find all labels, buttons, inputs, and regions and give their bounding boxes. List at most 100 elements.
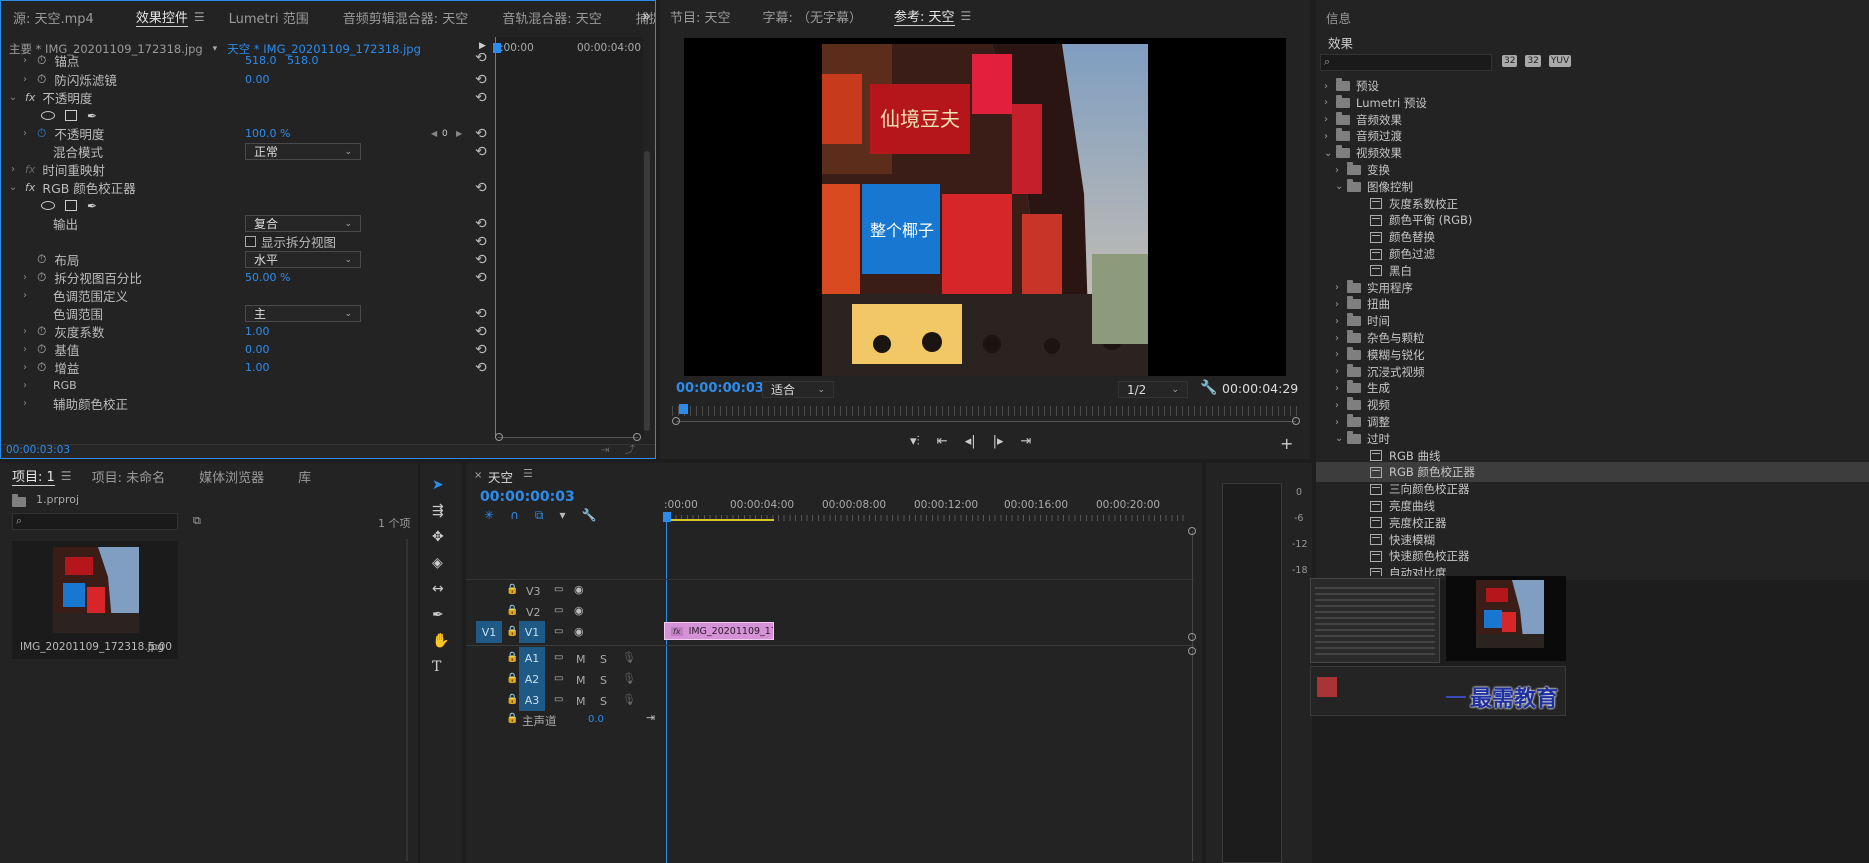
- ripple-edit-tool-icon[interactable]: ✥: [432, 529, 449, 545]
- expand-icon[interactable]: ›: [19, 290, 31, 301]
- blend-mode-dropdown[interactable]: 正常 ⌄: [245, 143, 361, 160]
- expand-icon[interactable]: ›: [19, 128, 31, 139]
- rectangle-mask-icon[interactable]: [65, 110, 77, 121]
- expand-icon[interactable]: ›: [1335, 400, 1347, 411]
- mute-button[interactable]: M: [576, 653, 586, 666]
- program-ruler[interactable]: [672, 406, 1300, 416]
- expand-icon[interactable]: ›: [1335, 316, 1347, 327]
- expand-icon[interactable]: ›: [19, 380, 31, 391]
- track-label-v2[interactable]: V2: [526, 606, 541, 619]
- reset-icon[interactable]: ⟲: [475, 53, 487, 66]
- reset-icon[interactable]: ⟲: [475, 180, 487, 196]
- expand-icon[interactable]: ›: [1324, 81, 1336, 92]
- stopwatch-icon[interactable]: ⏱: [37, 72, 46, 87]
- menu-icon[interactable]: ☰: [961, 9, 972, 23]
- pen-tool-icon[interactable]: ✒: [432, 607, 449, 623]
- play-only-icon[interactable]: ▶: [479, 41, 486, 51]
- timeline-playhead-head[interactable]: [663, 512, 671, 522]
- work-area-bar[interactable]: [664, 519, 774, 521]
- collapse-icon[interactable]: ⌄: [1335, 181, 1347, 192]
- pen-mask-icon[interactable]: ✒: [87, 199, 97, 213]
- go-to-out-icon[interactable]: ⇥: [1021, 434, 1032, 449]
- eye-icon[interactable]: ◉: [574, 583, 584, 596]
- vscroll-handle[interactable]: [1188, 527, 1196, 535]
- timeline-tab[interactable]: 天空 ☰: [488, 467, 533, 486]
- zoom-handle-left[interactable]: [672, 417, 680, 425]
- reset-icon[interactable]: ⟲: [475, 270, 487, 286]
- timeline-vscroll[interactable]: [1192, 531, 1193, 861]
- reset-icon[interactable]: ⟲: [475, 126, 487, 142]
- type-tool-icon[interactable]: T: [432, 659, 449, 675]
- expand-icon[interactable]: ›: [7, 164, 19, 175]
- resolution-dropdown[interactable]: 1/2 ⌄: [1118, 381, 1188, 398]
- output-dropdown[interactable]: 复合 ⌄: [245, 215, 361, 232]
- vscroll-handle[interactable]: [1188, 633, 1196, 641]
- expand-icon[interactable]: ›: [1335, 366, 1347, 377]
- 32bit-effects-icon[interactable]: 32: [1525, 55, 1541, 67]
- fx-icon[interactable]: fx: [25, 163, 35, 176]
- lock-icon[interactable]: 🔒: [506, 626, 518, 637]
- menu-icon[interactable]: ☰: [61, 469, 72, 483]
- tab-captions[interactable]: 字幕: （无字幕）: [743, 7, 875, 26]
- tab-media-browser[interactable]: 媒体浏览器: [177, 467, 276, 486]
- expand-icon[interactable]: ›: [19, 326, 31, 337]
- collapse-icon[interactable]: ⌄: [1335, 433, 1347, 444]
- snap-icon[interactable]: ∩: [510, 508, 519, 523]
- track-label-v3[interactable]: V3: [526, 585, 541, 598]
- expand-icon[interactable]: ›: [1324, 131, 1336, 142]
- filter-icon[interactable]: ⇥: [601, 445, 609, 456]
- reset-icon[interactable]: ⟲: [475, 72, 487, 88]
- zoom-handle-right[interactable]: [1292, 417, 1300, 425]
- slip-tool-icon[interactable]: ↔: [432, 581, 449, 597]
- lock-icon[interactable]: 🔒: [506, 694, 518, 705]
- tab-library[interactable]: 库: [276, 467, 323, 486]
- zoom-bar[interactable]: [676, 421, 1296, 422]
- pen-mask-icon[interactable]: ✒: [87, 109, 97, 123]
- sync-lock-icon[interactable]: ▭: [554, 584, 563, 595]
- expand-icon[interactable]: ›: [1335, 417, 1347, 428]
- scroll-handle-left[interactable]: [495, 433, 503, 441]
- expand-icon[interactable]: ›: [19, 55, 31, 66]
- lock-icon[interactable]: 🔒: [506, 605, 518, 616]
- wrench-icon[interactable]: 🔧: [1200, 380, 1217, 396]
- expand-icon[interactable]: ›: [19, 398, 31, 409]
- tab-lumetri-scopes[interactable]: Lumetri 范围: [217, 8, 321, 27]
- expand-icon[interactable]: ›: [1324, 114, 1336, 125]
- project-clip-tile[interactable]: IMG_20201109_172318.jpg 5:00: [12, 541, 178, 659]
- reset-icon[interactable]: ⟲: [475, 90, 487, 106]
- opacity-value[interactable]: 100.0 %: [245, 127, 290, 140]
- anchor-x-value[interactable]: 518.0: [245, 54, 277, 67]
- mute-button[interactable]: M: [576, 674, 586, 687]
- sync-lock-icon[interactable]: ▭: [554, 626, 563, 637]
- yuv-effects-icon[interactable]: YUV: [1548, 55, 1572, 67]
- selection-tool-icon[interactable]: ➤: [432, 477, 449, 493]
- timeline-ruler[interactable]: :00:00 00:00:04:00 00:00:08:00 00:00:12:…: [664, 497, 1194, 525]
- stopwatch-icon[interactable]: ⏱: [37, 126, 46, 141]
- anchor-y-value[interactable]: 518.0: [287, 54, 319, 67]
- effects-item[interactable]: 自动对比度: [1316, 563, 1869, 576]
- tab-project-untitled[interactable]: 项目: 未命名: [84, 467, 178, 486]
- expand-icon[interactable]: ›: [19, 74, 31, 85]
- program-timecode[interactable]: 00:00:00:03: [676, 381, 764, 396]
- project-scrollbar[interactable]: [406, 539, 408, 861]
- solo-button[interactable]: S: [600, 695, 607, 708]
- tonal-range-dropdown[interactable]: 主 ⌄: [245, 305, 361, 322]
- prev-keyframe-icon[interactable]: ◀: [431, 129, 437, 138]
- add-marker-icon[interactable]: ▾⫶: [910, 434, 920, 449]
- stopwatch-icon[interactable]: ⏱: [37, 324, 46, 339]
- expand-icon[interactable]: ›: [1335, 299, 1347, 310]
- tab-effect-controls[interactable]: 效果控件 ☰: [106, 7, 217, 27]
- program-playhead[interactable]: [679, 404, 688, 414]
- info-tab[interactable]: 信息: [1326, 8, 1351, 27]
- stopwatch-icon[interactable]: ⏱: [37, 53, 46, 68]
- scroll-handle-right[interactable]: [633, 433, 641, 441]
- collapse-icon[interactable]: ⌄: [7, 92, 19, 103]
- voiceover-mic-icon[interactable]: 🎙: [622, 693, 636, 706]
- mini-scroll-range[interactable]: [498, 437, 638, 438]
- solo-button[interactable]: S: [600, 653, 607, 666]
- expand-icon[interactable]: ›: [1335, 349, 1347, 360]
- reset-icon[interactable]: ⟲: [475, 342, 487, 358]
- current-timecode[interactable]: 00:00:03:03: [6, 444, 70, 456]
- reset-icon[interactable]: ⟲: [475, 252, 487, 268]
- sync-lock-icon[interactable]: ▭: [554, 605, 563, 616]
